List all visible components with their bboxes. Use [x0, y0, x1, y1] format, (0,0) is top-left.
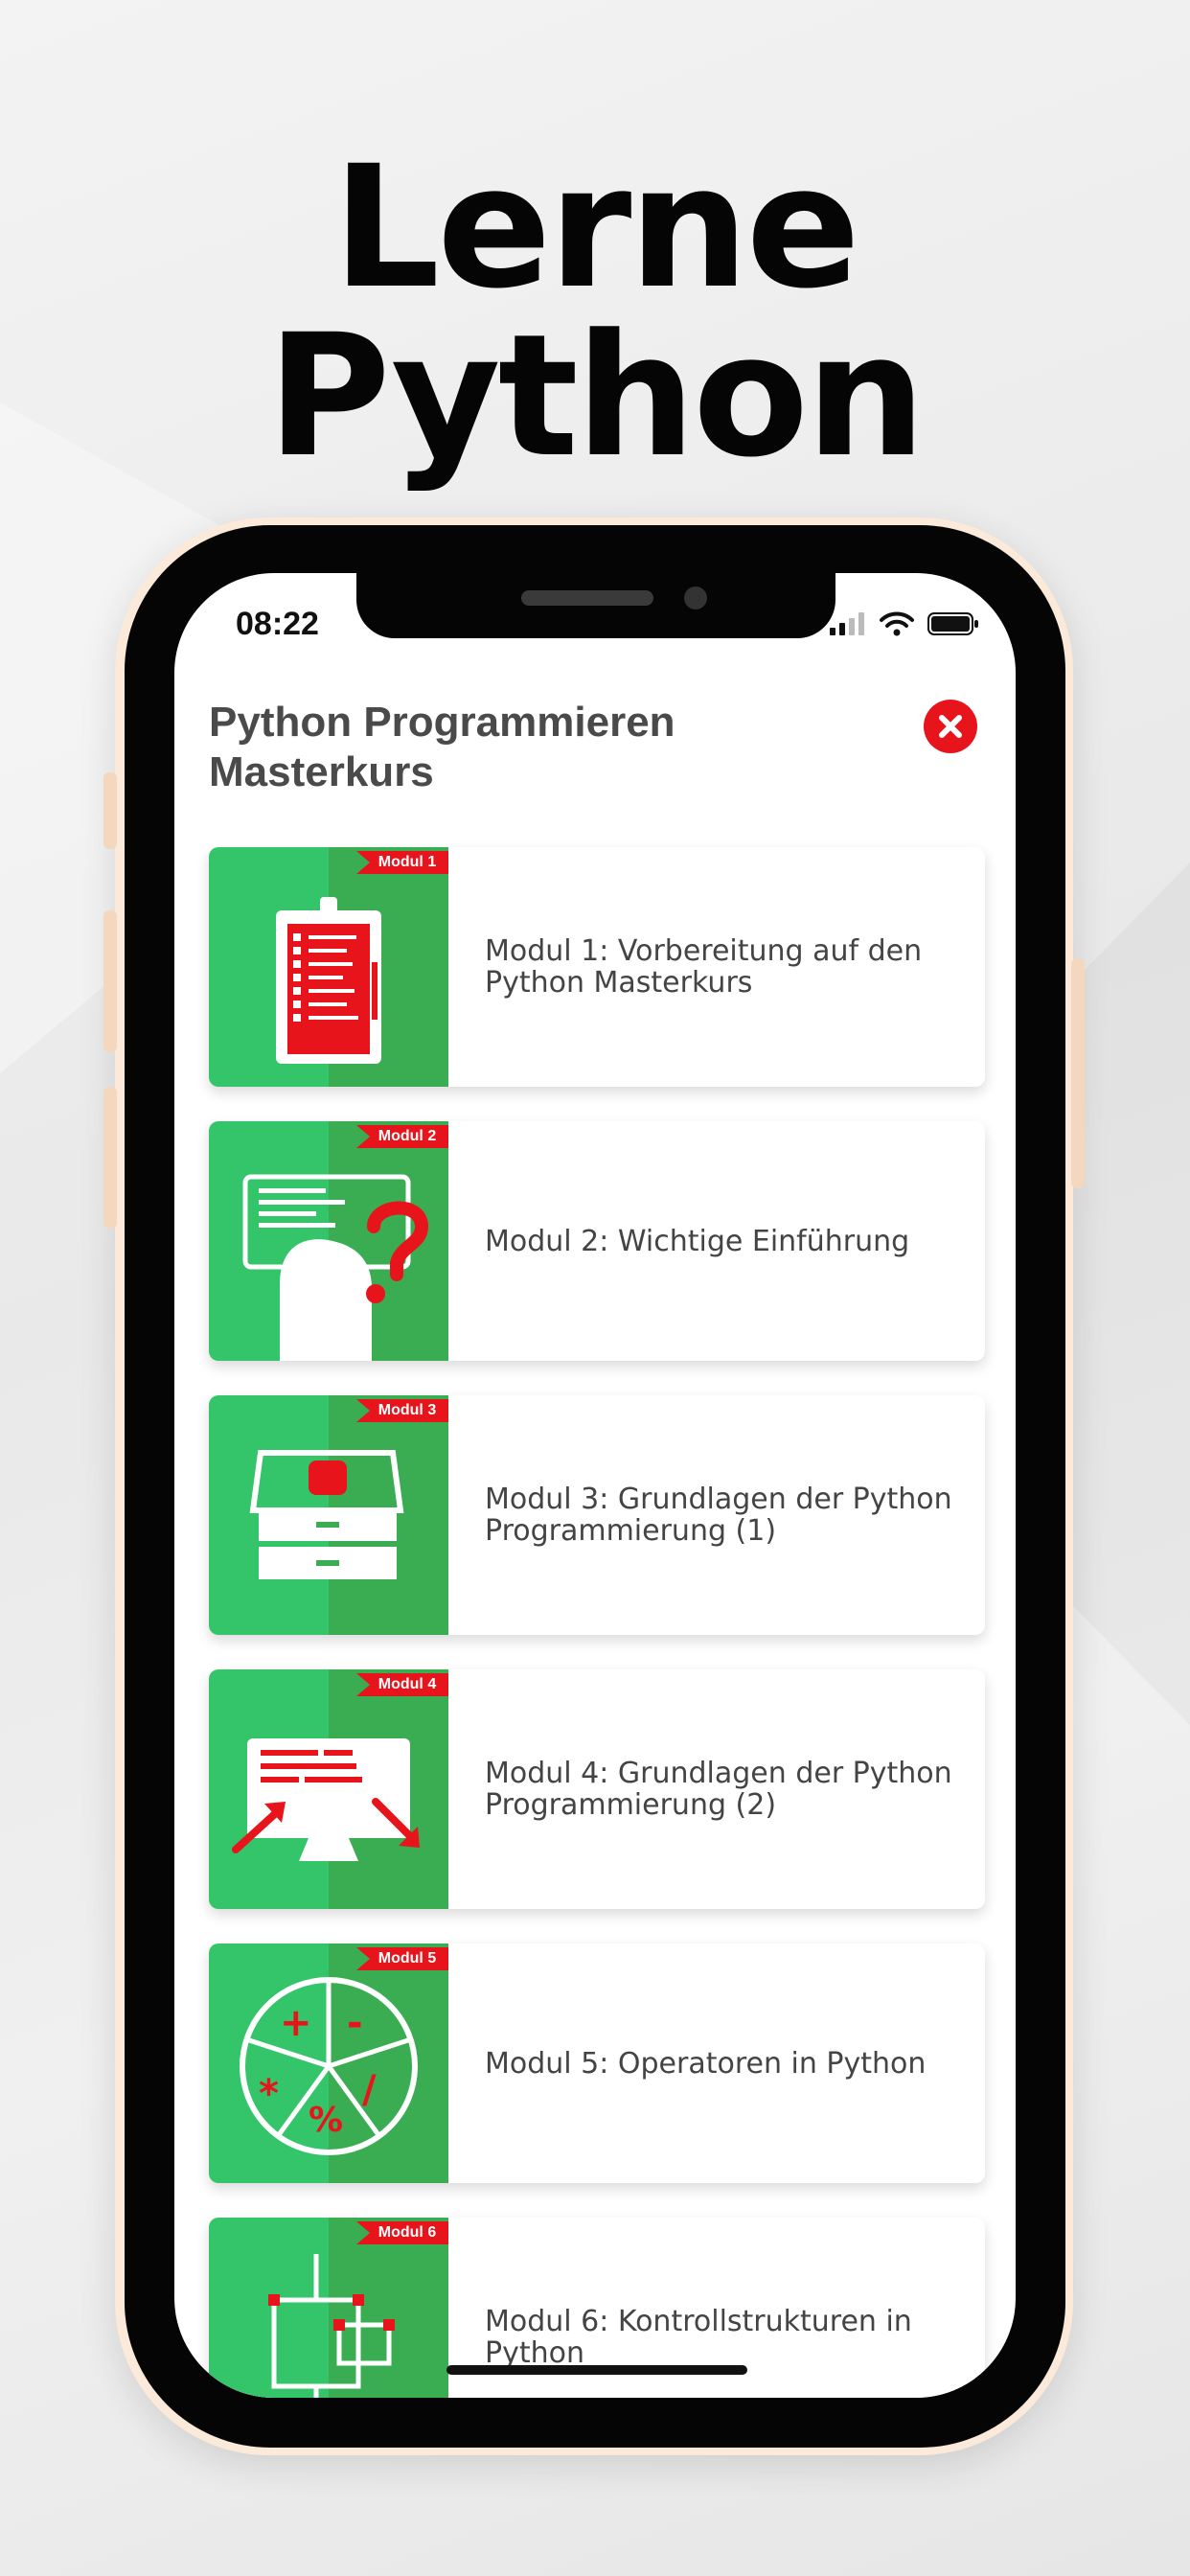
wifi-icon	[880, 611, 914, 636]
headline: Lerne Python	[266, 129, 927, 494]
module-title: Modul 3: Grundlagen der Python Programmi…	[485, 1483, 952, 1548]
svg-text:%: %	[309, 2101, 343, 2140]
module-badge: Modul 5	[356, 1947, 448, 1970]
module-card[interactable]: Modul 2 Modul 2: Wichtige Einführung	[209, 1121, 985, 1361]
clipboard-checklist-icon	[276, 897, 381, 1064]
module-thumbnail: + - * % / Modul 5	[209, 1944, 448, 2183]
status-icons	[830, 611, 979, 636]
module-title: Modul 5: Operatoren in Python	[485, 2046, 927, 2081]
svg-text:*: *	[259, 2072, 279, 2116]
module-badge: Modul 6	[356, 2221, 448, 2244]
module-card[interactable]: + - * % / Modul 5 Modul 5: Operatoren in…	[209, 1944, 985, 2183]
phone-side-button	[103, 772, 117, 849]
module-card[interactable]: Modul 4 Modul 4: Grundlagen der Python P…	[209, 1669, 985, 1909]
app-screen: 08:22 Python Programmieren Masterkurs Mo…	[174, 573, 1016, 2398]
module-title: Modul 1: Vorbereitung auf den Python Mas…	[485, 934, 923, 1000]
operators-pie-icon: + - * % /	[240, 1977, 418, 2155]
front-camera	[684, 586, 707, 610]
battery-icon	[927, 612, 978, 635]
person-question-icon	[242, 1174, 429, 1361]
module-thumbnail: Modul 3	[209, 1395, 448, 1635]
inbox-tray-icon	[249, 1450, 404, 1579]
module-thumbnail: Modul 4	[209, 1669, 448, 1909]
cellular-signal-icon	[830, 612, 864, 635]
phone-side-button	[1071, 958, 1085, 1188]
module-card[interactable]: Modul 3 Modul 3: Grundlagen der Python P…	[209, 1395, 985, 1635]
module-card[interactable]: Modul 1 Modul 1: Vorbereitung auf den Py…	[209, 847, 985, 1087]
module-badge: Modul 3	[356, 1399, 448, 1422]
speaker-grille	[521, 590, 653, 606]
phone-side-button	[103, 1087, 117, 1229]
module-title: Modul 4: Grundlagen der Python Programmi…	[485, 1757, 952, 1822]
monitor-arrows-icon	[232, 1738, 420, 1861]
close-icon	[939, 715, 962, 738]
module-thumbnail: Modul 2	[209, 1121, 448, 1361]
module-badge: Modul 4	[356, 1673, 448, 1696]
close-button[interactable]	[924, 700, 977, 753]
module-title: Modul 2: Wichtige Einführung	[485, 1224, 910, 1258]
page-title: Python Programmieren Masterkurs	[209, 699, 675, 795]
svg-text:-: -	[347, 2001, 363, 2045]
module-badge: Modul 1	[356, 851, 448, 874]
svg-text:+: +	[280, 2001, 312, 2045]
module-thumbnail: Modul 6	[209, 2218, 448, 2398]
module-badge: Modul 2	[356, 1125, 448, 1148]
svg-text:/: /	[362, 2068, 377, 2112]
phone-side-button	[103, 910, 117, 1052]
flowchart-icon	[268, 2254, 395, 2398]
notch	[356, 573, 835, 638]
module-thumbnail: Modul 1	[209, 847, 448, 1087]
home-indicator[interactable]	[446, 2365, 747, 2375]
status-time: 08:22	[236, 606, 319, 642]
